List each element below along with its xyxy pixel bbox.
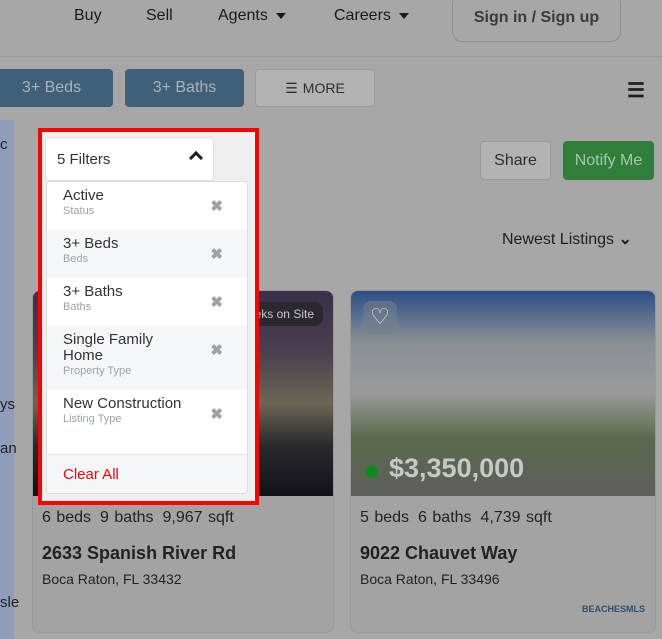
map[interactable] (0, 120, 14, 639)
notify-me-button[interactable]: Notify Me (563, 141, 654, 180)
nav-agents[interactable]: Agents (218, 7, 286, 25)
nav-careers[interactable]: Careers (334, 7, 409, 25)
beds-filter-button[interactable]: 3+ Beds (0, 69, 113, 107)
map-label: ys (0, 396, 15, 413)
nav-sell[interactable]: Sell (146, 7, 173, 25)
map-label: c (0, 136, 8, 153)
nav-agents-label: Agents (218, 7, 268, 24)
caret-down-icon (398, 12, 409, 19)
top-nav: Buy Sell Agents Careers Sign in / Sign u… (0, 0, 662, 57)
sliders-icon: ☰ (285, 79, 298, 96)
sort-label: Newest Listings (502, 231, 615, 248)
beds: 6 beds (42, 509, 92, 526)
baths: 6 baths (418, 509, 472, 526)
listing-specs: 5 beds 6 baths 4,739 sqft (360, 509, 561, 527)
highlight-box (38, 128, 259, 505)
chevron-down-icon: ⌄ (618, 231, 632, 248)
sqft: 4,739 sqft (480, 509, 552, 526)
nav-careers-label: Careers (334, 7, 391, 24)
sort-dropdown[interactable]: Newest Listings ⌄ (502, 229, 632, 249)
listing-address[interactable]: 2633 Spanish River Rd (42, 543, 236, 564)
listing-city: Boca Raton, FL 33432 (42, 571, 182, 587)
listing-city: Boca Raton, FL 33496 (360, 571, 500, 587)
more-filters-button[interactable]: ☰ MORE (255, 69, 375, 107)
sqft: 9,967 sqft (162, 509, 234, 526)
menu-icon[interactable]: ☰ (627, 78, 645, 103)
map-label: an (0, 440, 17, 457)
more-label: MORE (302, 80, 345, 96)
listing-address[interactable]: 9022 Chauvet Way (360, 543, 517, 564)
heart-icon[interactable]: ♡ (363, 301, 397, 335)
active-status-dot (365, 465, 378, 478)
baths-filter-button[interactable]: 3+ Baths (125, 69, 244, 107)
signin-button[interactable]: Sign in / Sign up (452, 0, 621, 42)
map-label: sle (0, 594, 20, 611)
nav-buy[interactable]: Buy (74, 7, 102, 25)
caret-down-icon (275, 12, 286, 19)
listing-price: $3,350,000 (389, 453, 525, 483)
listing-card[interactable]: ♡ $3,350,000 5 beds 6 baths 4,739 sqft 902… (350, 290, 656, 633)
baths: 9 baths (100, 509, 154, 526)
share-button[interactable]: Share (480, 141, 551, 180)
listing-specs: 6 beds 9 baths 9,967 sqft (42, 509, 243, 527)
beds: 5 beds (360, 509, 410, 526)
mls-logo: BEACHESMLS (581, 604, 645, 614)
